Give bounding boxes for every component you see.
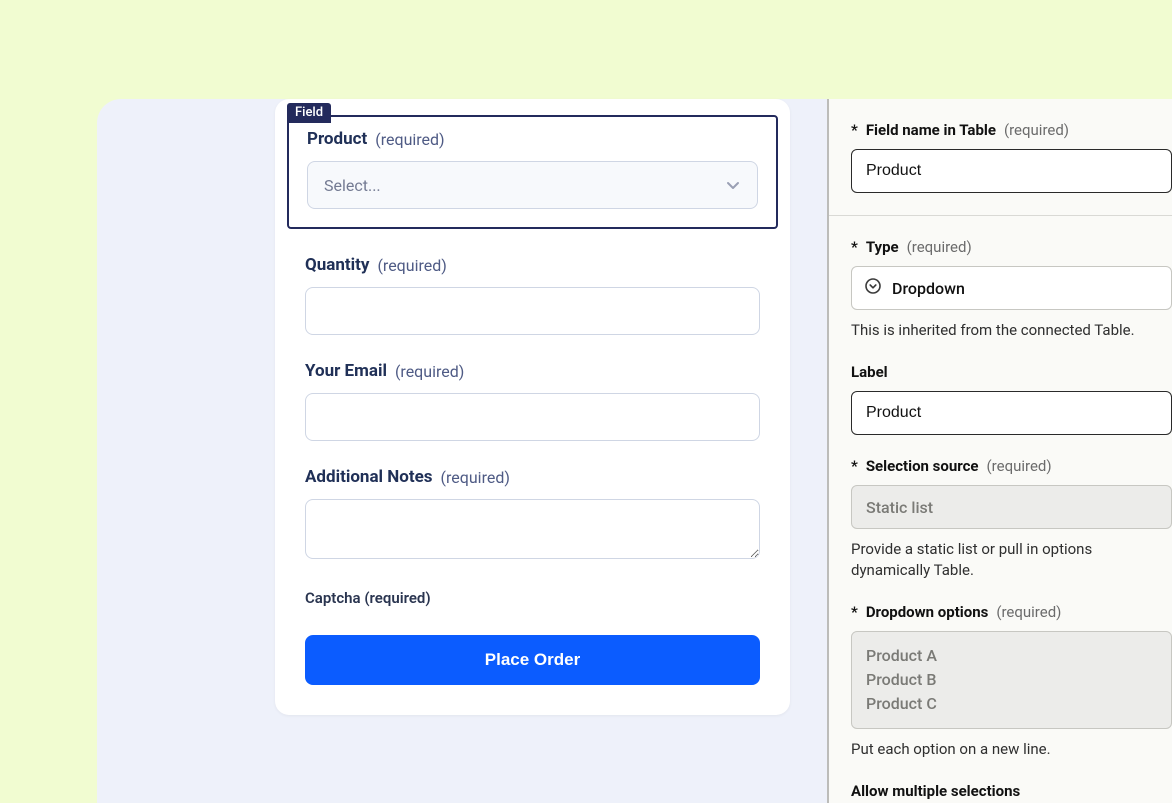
field-email[interactable]: Your Email (required) [305, 361, 760, 441]
product-select[interactable]: Select... [307, 161, 758, 209]
quantity-input[interactable] [305, 287, 760, 335]
sb-group-dropdown-options: * Dropdown options (required) Product A … [851, 603, 1172, 760]
sb-field-name-required: (required) [1004, 121, 1069, 139]
sb-dropdown-options-label-row: * Dropdown options (required) [851, 603, 1172, 621]
field-email-label-row: Your Email (required) [305, 361, 760, 381]
notes-textarea[interactable] [305, 499, 760, 559]
field-product-required: (required) [375, 130, 444, 149]
sb-group-field-name: * Field name in Table (required) [851, 121, 1172, 193]
chevron-down-icon [725, 177, 741, 193]
sb-group-type: * Type (required) Dropdown This is inher… [851, 238, 1172, 341]
field-notes[interactable]: Additional Notes (required) [305, 467, 760, 563]
field-notes-required: (required) [441, 468, 510, 487]
field-notes-label-row: Additional Notes (required) [305, 467, 760, 487]
selection-source-value: Static list [866, 498, 933, 517]
required-star-icon: * [851, 121, 858, 139]
type-select[interactable]: Dropdown [851, 266, 1172, 310]
dropdown-options-textarea[interactable]: Product A Product B Product C [851, 631, 1172, 729]
sb-allow-multiple-label-row: Allow multiple selections [851, 782, 1172, 800]
sb-selection-source-help: Provide a static list or pull in options… [851, 539, 1172, 581]
product-select-placeholder: Select... [324, 176, 381, 195]
field-quantity-label-row: Quantity (required) [305, 255, 760, 275]
field-quantity-required: (required) [377, 256, 446, 275]
field-email-label: Your Email [305, 361, 387, 381]
sb-selection-source-required: (required) [987, 457, 1052, 475]
sb-dropdown-options-help: Put each option on a new line. [851, 739, 1172, 760]
field-product-label-row: Product (required) [307, 129, 758, 149]
sb-type-help: This is inherited from the connected Tab… [851, 320, 1172, 341]
label-input[interactable] [851, 391, 1172, 435]
captcha-label: Captcha (required) [305, 589, 760, 607]
sb-type-label-row: * Type (required) [851, 238, 1172, 256]
sb-field-name-label-row: * Field name in Table (required) [851, 121, 1172, 139]
dropdown-type-icon [864, 277, 882, 299]
sb-allow-multiple-label: Allow multiple selections [851, 782, 1020, 800]
field-product[interactable]: Field Product (required) Select... [287, 115, 778, 229]
email-input[interactable] [305, 393, 760, 441]
sidebar-divider [829, 215, 1172, 216]
sb-dropdown-options-label: Dropdown options [866, 603, 989, 621]
sb-type-label: Type [866, 238, 899, 256]
sb-group-selection-source: * Selection source (required) Static lis… [851, 457, 1172, 581]
sb-field-name-label: Field name in Table [866, 121, 996, 139]
submit-button[interactable]: Place Order [305, 635, 760, 685]
field-quantity[interactable]: Quantity (required) [305, 255, 760, 335]
sb-type-required: (required) [907, 238, 972, 256]
field-quantity-label: Quantity [305, 255, 369, 275]
field-email-required: (required) [395, 362, 464, 381]
field-product-label: Product [307, 129, 367, 149]
field-name-input[interactable] [851, 149, 1172, 193]
form-card: Field Product (required) Select... Quant… [275, 99, 790, 715]
required-star-icon: * [851, 603, 858, 621]
properties-sidebar: * Field name in Table (required) * Type … [827, 99, 1172, 803]
form-canvas: Field Product (required) Select... Quant… [97, 99, 827, 803]
required-star-icon: * [851, 457, 858, 475]
field-tag-badge: Field [287, 103, 331, 123]
sb-group-allow-multiple: Allow multiple selections Off [851, 782, 1172, 803]
sb-selection-source-label: Selection source [866, 457, 979, 475]
sb-dropdown-options-required: (required) [996, 603, 1061, 621]
selection-source-select[interactable]: Static list [851, 485, 1172, 529]
sb-group-label: Label [851, 363, 1172, 435]
field-notes-label: Additional Notes [305, 467, 433, 487]
sb-selection-source-label-row: * Selection source (required) [851, 457, 1172, 475]
sb-label-label: Label [851, 363, 888, 381]
required-star-icon: * [851, 238, 858, 256]
sb-label-label-row: Label [851, 363, 1172, 381]
type-value: Dropdown [892, 279, 965, 298]
